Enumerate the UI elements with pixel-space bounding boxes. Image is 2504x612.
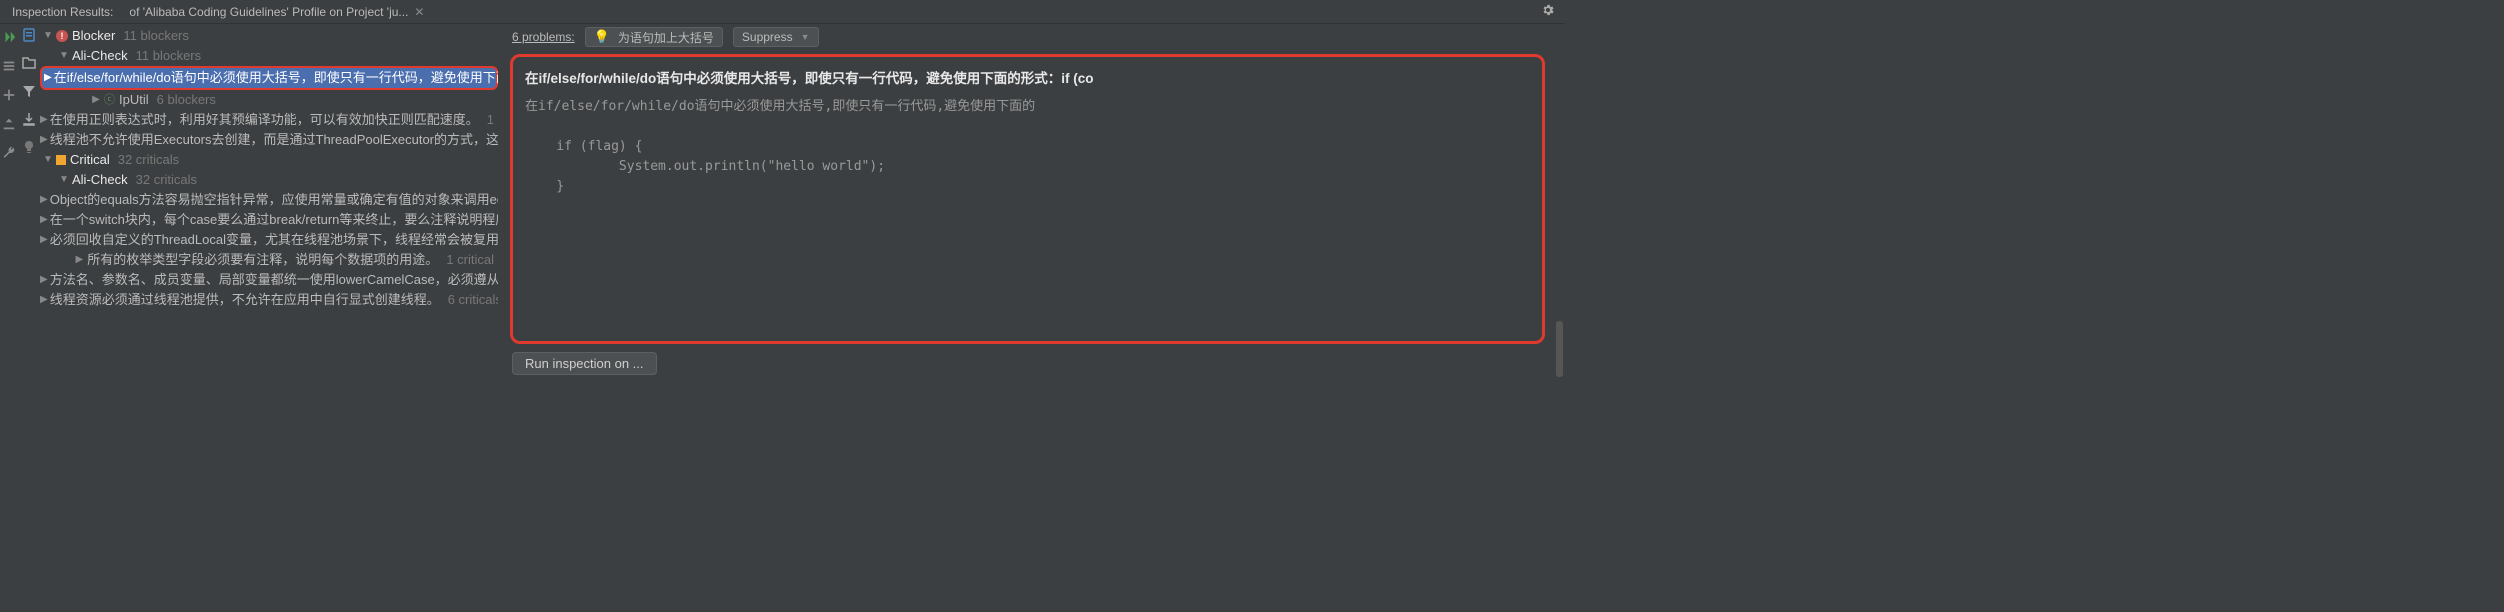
vertical-scrollbar[interactable] (1553, 24, 1565, 383)
tree-node-rule-executors[interactable]: ▶ 线程池不允许使用Executors去创建，而是通过ThreadPoolExe… (40, 130, 498, 150)
tree-node-rule-equals[interactable]: ▶ Object的equals方法容易抛空指针异常，应使用常量或确定有值的对象来… (40, 190, 498, 210)
node-label: Critical (70, 150, 110, 170)
class-icon: ⓒ (104, 90, 115, 110)
node-label: 方法名、参数名、成员变量、局部变量都统一使用lowerCamelCase，必须遵… (50, 270, 498, 290)
node-label: Object的equals方法容易抛空指针异常，应使用常量或确定有值的对象来调用… (50, 190, 498, 210)
code-line: } (525, 179, 564, 194)
tool-window-tabs: Inspection Results: of 'Alibaba Coding G… (0, 0, 1565, 24)
node-label: 在if/else/for/while/do语句中必须使用大括号，即使只有一行代码… (54, 68, 498, 88)
tree-node-alicheck-critical[interactable]: ▼ Ali-Check 32 criticals (40, 170, 498, 190)
quickfix-label: 为语句加上大括号 (618, 29, 714, 46)
tree-node-critical[interactable]: ▼ Critical 32 criticals (40, 150, 498, 170)
node-label: 必须回收自定义的ThreadLocal变量，尤其在线程池场景下，线程经常会被复用… (50, 230, 498, 250)
node-label: Ali-Check (72, 170, 128, 190)
node-count: 6 blockers (157, 90, 216, 110)
code-line: if (flag) { (525, 139, 642, 154)
chevron-down-icon: ▼ (42, 150, 54, 170)
chevron-down-icon: ▼ (42, 26, 54, 46)
code-line: System.out.println("hello world"); (525, 159, 885, 174)
quickfix-button[interactable]: 💡 为语句加上大括号 (585, 27, 723, 47)
group-by-severity-icon[interactable] (20, 26, 38, 44)
node-count: 1 blocker (487, 110, 498, 130)
node-label: 所有的枚举类型字段必须要有注释，说明每个数据项的用途。 (87, 250, 438, 270)
chevron-right-icon: ▶ (40, 210, 48, 230)
problem-detail-pane: 6 problems: 💡 为语句加上大括号 Suppress ▼ 在if/el… (502, 24, 1553, 383)
node-count: 11 blockers (123, 26, 189, 46)
chevron-down-icon: ▼ (801, 32, 810, 42)
chevron-right-icon: ▶ (44, 68, 52, 88)
problem-description: 在if/else/for/while/do语句中必须使用大括号，即使只有一行代码… (510, 54, 1545, 344)
bulb-icon: 💡 (594, 29, 610, 45)
inspection-tree[interactable]: ▼ ! Blocker 11 blockers ▼ Ali-Check 11 b… (40, 24, 498, 383)
tree-node-rule-camel[interactable]: ▶ 方法名、参数名、成员变量、局部变量都统一使用lowerCamelCase，必… (40, 270, 498, 290)
gear-icon[interactable] (1541, 3, 1555, 20)
chevron-right-icon: ▶ (40, 270, 48, 290)
chevron-right-icon: ▶ (40, 110, 48, 130)
tree-node-blocker[interactable]: ▼ ! Blocker 11 blockers (40, 26, 498, 46)
export-icon[interactable] (2, 117, 16, 134)
expand-icon[interactable] (2, 88, 16, 105)
bulb-icon[interactable] (20, 138, 38, 156)
filter-icon[interactable] (20, 82, 38, 100)
run-gutter (0, 24, 18, 383)
node-count: 32 criticals (136, 170, 197, 190)
node-label: Ali-Check (72, 46, 128, 66)
blocker-severity-icon: ! (56, 30, 68, 42)
chevron-down-icon: ▼ (58, 46, 70, 66)
close-icon[interactable]: ✕ (414, 5, 424, 19)
inspection-results-tab[interactable]: of 'Alibaba Coding Guidelines' Profile o… (121, 3, 432, 21)
tree-node-rule-regex[interactable]: ▶ 在使用正则表达式时，利用好其预编译功能，可以有效加快正则匹配速度。 1 bl… (40, 110, 498, 130)
description-body: 在if/else/for/while/do语句中必须使用大括号,即使只有一行代码… (525, 97, 1530, 197)
problem-count-link[interactable]: 6 problems: (512, 30, 575, 44)
node-label: 在使用正则表达式时，利用好其预编译功能，可以有效加快正则匹配速度。 (50, 110, 479, 130)
tree-node-rule-switch[interactable]: ▶ 在一个switch块内，每个case要么通过break/return等来终止… (40, 210, 498, 230)
chevron-right-icon: ▶ (73, 250, 85, 270)
group-by-directory-icon[interactable] (20, 54, 38, 72)
node-label: 在一个switch块内，每个case要么通过break/return等来终止，要… (50, 210, 498, 230)
node-count: 11 blockers (136, 46, 202, 66)
suppress-button[interactable]: Suppress ▼ (733, 27, 819, 47)
chevron-right-icon: ▶ (40, 190, 48, 210)
wrench-icon[interactable] (2, 146, 16, 163)
export-results-icon[interactable] (20, 110, 38, 128)
tree-node-rule-threadlocal[interactable]: ▶ 必须回收自定义的ThreadLocal变量，尤其在线程池场景下，线程经常会被… (40, 230, 498, 250)
tab-label: of 'Alibaba Coding Guidelines' Profile o… (129, 5, 408, 19)
node-count: 1 critical (446, 250, 494, 270)
tree-node-iputil[interactable]: ▶ ⓒ IpUtil 6 blockers (40, 90, 498, 110)
chevron-right-icon: ▶ (40, 130, 48, 150)
node-label: 线程池不允许使用Executors去创建，而是通过ThreadPoolExecu… (50, 130, 498, 150)
collapse-icon[interactable] (2, 59, 16, 76)
rerun-icon[interactable] (2, 30, 16, 47)
tree-node-alicheck[interactable]: ▼ Ali-Check 11 blockers (40, 46, 498, 66)
description-title: 在if/else/for/while/do语句中必须使用大括号，即使只有一行代码… (525, 67, 1530, 87)
run-inspection-button[interactable]: Run inspection on ... (512, 352, 657, 375)
view-gutter (18, 24, 40, 383)
scroll-thumb[interactable] (1556, 321, 1563, 377)
panel-title: Inspection Results: (4, 3, 121, 21)
chevron-right-icon: ▶ (90, 90, 102, 110)
chevron-right-icon: ▶ (40, 230, 48, 250)
suppress-label: Suppress (742, 30, 793, 44)
node-count: 32 criticals (118, 150, 179, 170)
description-line: 在if/else/for/while/do语句中必须使用大括号,即使只有一行代码… (525, 99, 1035, 114)
node-count: 6 criticals (448, 290, 498, 310)
node-label: Blocker (72, 26, 115, 46)
node-label: IpUtil (119, 90, 149, 110)
tree-node-rule-enum[interactable]: ▶ 所有的枚举类型字段必须要有注释，说明每个数据项的用途。 1 critical (40, 250, 498, 270)
detail-toolbar: 6 problems: 💡 为语句加上大括号 Suppress ▼ (502, 24, 1553, 50)
panel-title-label: Inspection Results: (12, 5, 113, 19)
chevron-right-icon: ▶ (40, 290, 48, 310)
tree-node-rule-thread[interactable]: ▶ 线程资源必须通过线程池提供，不允许在应用中自行显式创建线程。 6 criti… (40, 290, 498, 310)
node-label: 线程资源必须通过线程池提供，不允许在应用中自行显式创建线程。 (50, 290, 440, 310)
critical-severity-icon (56, 155, 66, 165)
chevron-down-icon: ▼ (58, 170, 70, 190)
tree-node-rule-ifelse[interactable]: ▶ 在if/else/for/while/do语句中必须使用大括号，即使只有一行… (40, 66, 498, 90)
